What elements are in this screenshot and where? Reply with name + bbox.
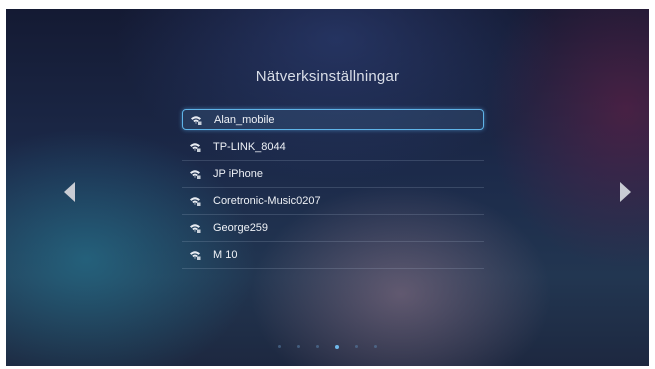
network-label: M 10 — [213, 249, 238, 261]
network-label: Alan_mobile — [214, 113, 275, 126]
page-dot — [316, 345, 319, 348]
page-dot — [355, 345, 358, 348]
wifi-icon — [189, 169, 201, 179]
network-item-tp-link[interactable]: TP-LINK_8044 — [182, 134, 484, 161]
page-dot — [374, 345, 377, 348]
page-dot — [278, 345, 281, 348]
network-label: JP iPhone — [213, 168, 263, 180]
page-dot — [297, 345, 300, 348]
wifi-icon — [190, 115, 202, 125]
network-label: TP-LINK_8044 — [213, 141, 286, 153]
wifi-icon — [189, 142, 201, 152]
network-item-alan-mobile[interactable]: Alan_mobile — [182, 109, 484, 130]
page-title: Nätverksinställningar — [255, 68, 400, 85]
wifi-icon — [189, 250, 201, 260]
network-item-george259[interactable]: George259 — [182, 215, 484, 242]
page-dot-active — [335, 344, 339, 349]
network-item-coretronic[interactable]: Coretronic-Music0207 — [182, 188, 484, 215]
wifi-icon — [189, 223, 201, 233]
network-label: Coretronic-Music0207 — [213, 195, 321, 207]
wifi-icon — [189, 196, 201, 206]
network-list: Alan_mobile TP-LINK_8044 JP iPhone Coret… — [182, 109, 484, 269]
screen: Nätverksinställningar Alan_mobile TP-LIN… — [6, 9, 649, 366]
network-item-jp-iphone[interactable]: JP iPhone — [182, 161, 484, 188]
arrow-left-icon[interactable] — [64, 182, 75, 202]
arrow-right-icon[interactable] — [620, 182, 631, 202]
network-label: George259 — [213, 222, 269, 234]
page-indicator — [6, 344, 649, 349]
network-item-m10[interactable]: M 10 — [182, 242, 484, 269]
